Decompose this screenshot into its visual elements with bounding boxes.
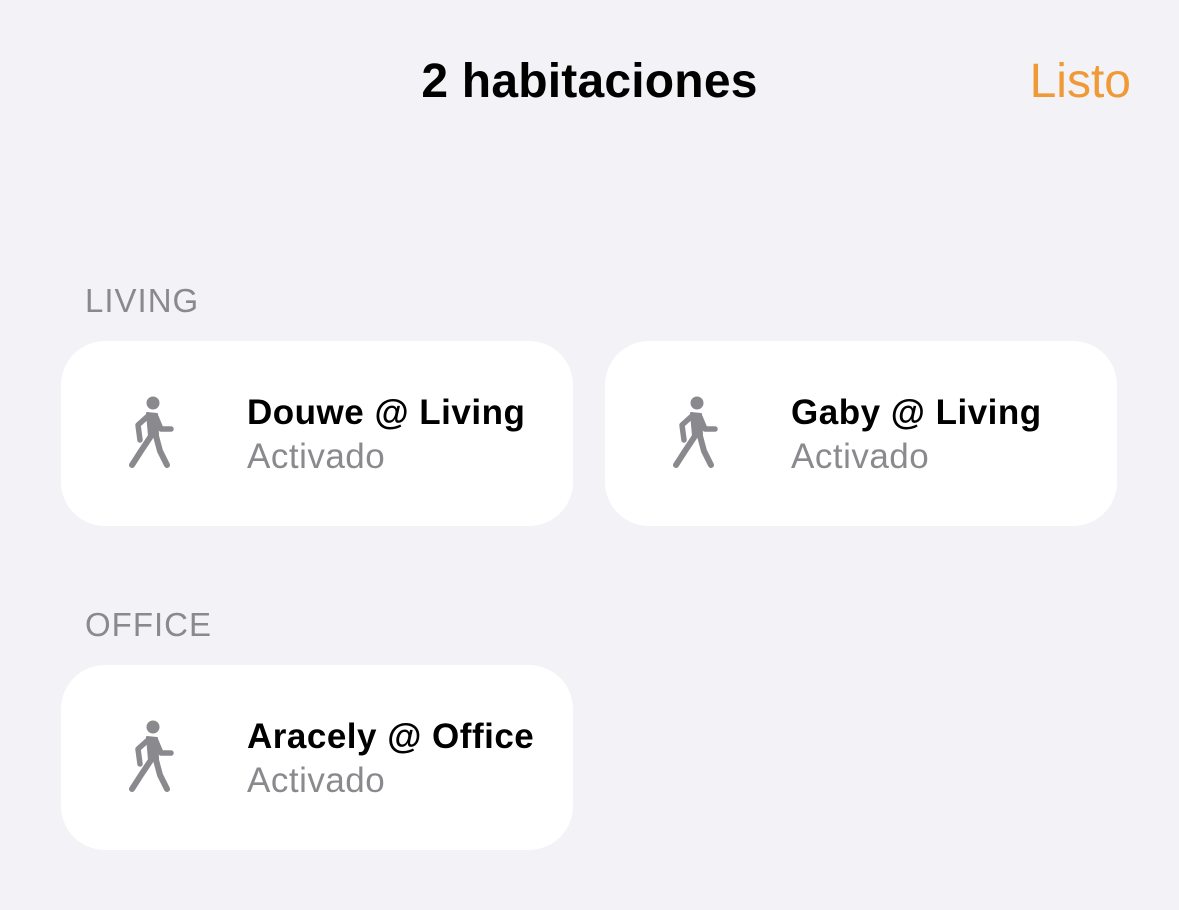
accessory-tile-aracely-office[interactable]: Aracely @ Office Activado xyxy=(61,665,573,850)
accessory-status: Activado xyxy=(247,761,386,800)
room-accessories-screen: 2 habitaciones Listo LIVING Douwe @ Livi… xyxy=(0,0,1179,910)
walking-person-icon xyxy=(129,720,174,792)
accessory-name: Gaby @ Living xyxy=(791,393,1042,432)
section-header-living: LIVING xyxy=(85,282,200,319)
section-header-office: OFFICE xyxy=(85,606,212,643)
accessory-tile-gaby-living[interactable]: Gaby @ Living Activado xyxy=(605,341,1117,526)
done-button[interactable]: Listo xyxy=(1030,54,1131,109)
walking-person-icon xyxy=(673,396,718,468)
accessory-name: Aracely @ Office xyxy=(247,717,535,756)
accessory-status: Activado xyxy=(791,437,930,476)
accessory-name: Douwe @ Living xyxy=(247,393,526,432)
accessory-tile-douwe-living[interactable]: Douwe @ Living Activado xyxy=(61,341,573,526)
walking-person-icon xyxy=(129,396,174,468)
navigation-bar: 2 habitaciones Listo xyxy=(0,0,1179,170)
accessory-status: Activado xyxy=(247,437,386,476)
page-title: 2 habitaciones xyxy=(421,55,758,108)
